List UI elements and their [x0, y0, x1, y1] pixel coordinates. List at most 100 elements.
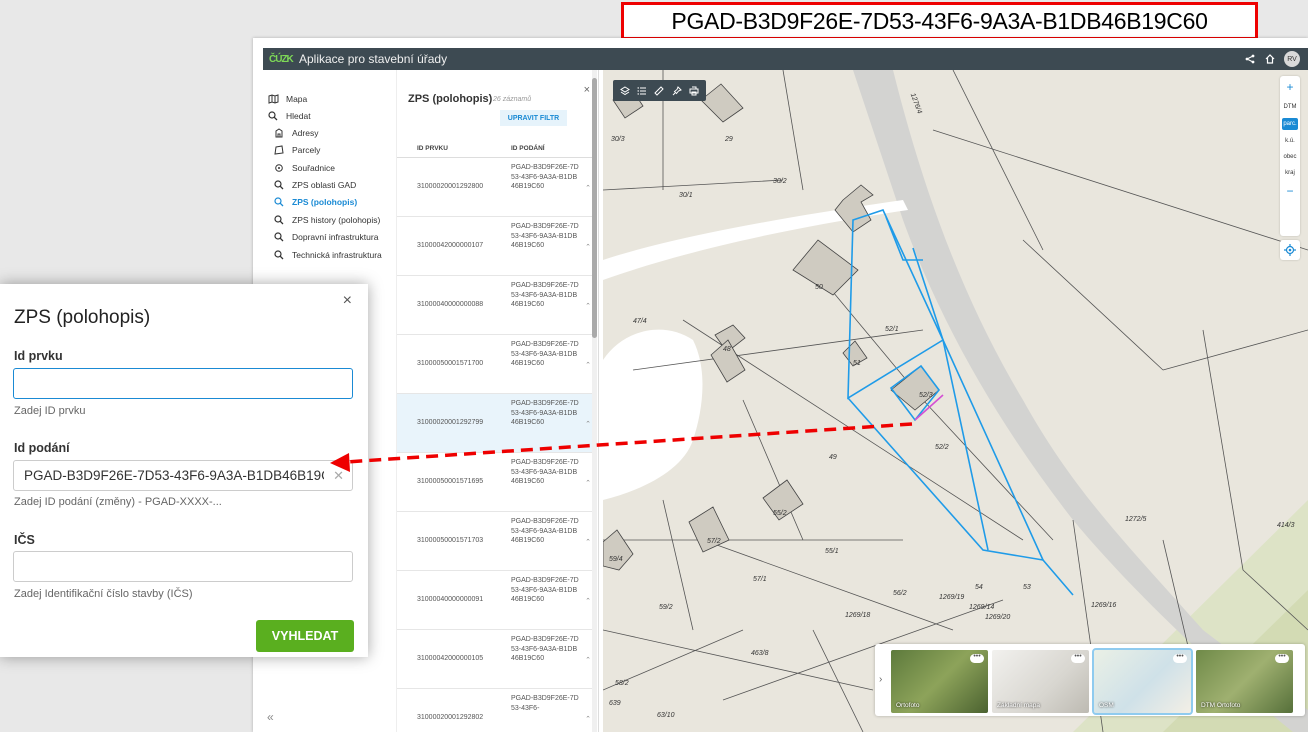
- table-row[interactable]: 31000042000000105 PGAD-B3D9F26E-7D53-43F6…: [397, 630, 594, 689]
- cell-id: 31000020001292802: [417, 714, 484, 721]
- zoom-level-kraj[interactable]: kraj: [1280, 170, 1300, 176]
- nav-item-zps-history[interactable]: ZPS history (polohopis): [273, 214, 380, 226]
- table-row[interactable]: 31000020001292802 PGAD-B3D9F26E-7D53-43F6…: [397, 689, 594, 732]
- basemap-more-icon[interactable]: •••: [1173, 653, 1187, 663]
- collapse-sidebar-button[interactable]: «: [267, 710, 274, 724]
- zoom-in-button[interactable]: +: [1280, 80, 1300, 94]
- app-title: Aplikace pro stavební úřady: [299, 52, 448, 66]
- cell-pod: PGAD-B3D9F26E-7D53-43F6-9A3A-B1DB46B19C6…: [511, 223, 579, 249]
- nav-item-dopravni[interactable]: Dopravní infrastruktura: [273, 231, 378, 243]
- edit-filter-button[interactable]: UPRAVIT FILTR: [500, 110, 567, 126]
- cell-pod: PGAD-B3D9F26E-7D53-43F6-9A3A-B1DB46B19C6…: [511, 164, 579, 190]
- cell-id: 31000050001571703: [417, 537, 484, 544]
- col-header-id: ID PRVKU: [417, 145, 448, 152]
- map-label: 55/2: [773, 510, 787, 517]
- row-chevron-icon: ⌃: [585, 362, 591, 369]
- table-row[interactable]: 31000050001571695 PGAD-B3D9F26E-7D53-43F6…: [397, 453, 594, 512]
- zoom-out-button[interactable]: −: [1280, 184, 1300, 198]
- basemap-more-icon[interactable]: •••: [1071, 653, 1085, 663]
- cell-id: 31000040000000091: [417, 596, 484, 603]
- basemap-dtm-ortofoto[interactable]: ••• DTM Ortofoto: [1196, 650, 1293, 713]
- nav-label: Mapa: [286, 94, 308, 104]
- nav-item-adresy[interactable]: Adresy: [273, 127, 318, 139]
- cuzk-logo: ČÚZK: [269, 53, 294, 65]
- table-row[interactable]: 31000042000000107 PGAD-B3D9F26E-7D53-43F6…: [397, 217, 594, 276]
- id-prvku-help: Zadej ID prvku: [14, 405, 86, 417]
- basemap-more-icon[interactable]: •••: [970, 653, 984, 663]
- basemap-more-icon[interactable]: •••: [1275, 653, 1289, 663]
- layers-icon[interactable]: [619, 85, 631, 97]
- measure-ruler-icon[interactable]: [653, 85, 665, 97]
- my-location-button[interactable]: [1280, 240, 1300, 260]
- zoom-level-obec[interactable]: obec: [1280, 154, 1300, 160]
- map-label: 1269/16: [1091, 602, 1117, 609]
- cadastral-map: [603, 70, 1308, 732]
- nav-item-souradnice[interactable]: Souřadnice: [273, 162, 335, 174]
- results-scrollbar-thumb[interactable]: [592, 78, 597, 338]
- cell-id: 31000020001292800: [417, 183, 484, 190]
- table-row-selected[interactable]: 31000020001292799 PGAD-B3D9F26E-7D53-43F6…: [397, 394, 594, 453]
- map-label: 57/2: [707, 538, 721, 545]
- search-icon: [273, 231, 285, 243]
- zoom-level-dtm[interactable]: DTM: [1280, 104, 1300, 110]
- id-prvku-input[interactable]: [13, 368, 353, 399]
- nav-item-technicka[interactable]: Technická infrastruktura: [273, 249, 382, 261]
- legend-list-icon[interactable]: [636, 85, 648, 97]
- nav-item-mapa[interactable]: Mapa: [267, 93, 307, 105]
- close-icon[interactable]: ×: [584, 84, 590, 96]
- map-label: 56/2: [893, 590, 907, 597]
- table-row[interactable]: 31000050001571703 PGAD-B3D9F26E-7D53-43F6…: [397, 512, 594, 571]
- table-row[interactable]: 31000020001292800 PGAD-B3D9F26E-7D53-43F6…: [397, 158, 594, 217]
- popup-title: ZPS (polohopis): [14, 307, 151, 328]
- map-view[interactable]: 30/3 29 30/2 30/1 1276/4 50 52/1 48 51 4…: [603, 70, 1308, 732]
- nav-item-parcely[interactable]: Parcely: [273, 144, 320, 156]
- user-avatar[interactable]: RV: [1284, 51, 1300, 67]
- zoom-level-parcel[interactable]: parc.: [1282, 118, 1298, 130]
- clear-input-icon[interactable]: ✕: [333, 468, 344, 484]
- row-chevron-icon: ⌃: [585, 716, 591, 723]
- map-label: 1269/19: [939, 594, 965, 601]
- print-icon[interactable]: [688, 85, 700, 97]
- results-panel: ZPS (polohopis) 26 záznamů × UPRAVIT FIL…: [396, 70, 599, 732]
- pin-icon[interactable]: [671, 85, 683, 97]
- map-toolbar: [613, 80, 706, 101]
- search-icon: [273, 214, 285, 226]
- cell-pod: PGAD-B3D9F26E-7D53-43F6-9A3A-B1DB46B19C6…: [511, 518, 579, 544]
- basemap-switcher: › ••• Ortofoto ••• Základní mapa ••• OSM…: [875, 644, 1305, 716]
- map-label: 51: [853, 360, 861, 367]
- building-icon: [273, 127, 285, 139]
- basemap-zakladni[interactable]: ••• Základní mapa: [992, 650, 1089, 713]
- nav-label: ZPS oblasti GAD: [292, 180, 357, 190]
- map-label: 52/1: [885, 326, 899, 333]
- cell-pod: PGAD-B3D9F26E-7D53-43F6-9A3A-B1DB46B19C6…: [511, 341, 579, 367]
- basemap-prev-button[interactable]: ›: [879, 674, 882, 685]
- table-row[interactable]: 31000050001571700 PGAD-B3D9F26E-7D53-43F6…: [397, 335, 594, 394]
- results-title: ZPS (polohopis): [408, 93, 493, 105]
- search-button[interactable]: VYHLEDAT: [256, 620, 354, 652]
- share-icon[interactable]: [1244, 53, 1256, 65]
- home-icon[interactable]: [1264, 53, 1276, 65]
- basemap-osm[interactable]: ••• OSM: [1092, 648, 1193, 715]
- map-label: 1269/14: [969, 604, 995, 611]
- zoom-level-ku[interactable]: k.ú.: [1280, 138, 1300, 144]
- nav-item-zps-polohopis[interactable]: ZPS (polohopis): [273, 196, 357, 208]
- map-label: 52/3: [919, 392, 933, 399]
- basemap-ortofoto[interactable]: ••• Ortofoto: [891, 650, 988, 713]
- nav-item-zps-oblasti[interactable]: ZPS oblasti GAD: [273, 179, 356, 191]
- table-row[interactable]: 31000040000000091 PGAD-B3D9F26E-7D53-43F6…: [397, 571, 594, 630]
- table-row[interactable]: 31000040000000088 PGAD-B3D9F26E-7D53-43F6…: [397, 276, 594, 335]
- map-label: 1269/20: [985, 614, 1011, 621]
- id-podani-input[interactable]: PGAD-B3D9F26E-7D53-43F6-9A3A-B1DB46B19C6…: [13, 460, 353, 491]
- map-label: 52/2: [935, 444, 949, 451]
- ics-input[interactable]: [13, 551, 353, 582]
- basemap-label: Ortofoto: [896, 702, 920, 709]
- search-icon: [273, 179, 285, 191]
- close-icon[interactable]: ×: [343, 292, 352, 310]
- map-label: 48: [723, 346, 731, 353]
- top-bar: ČÚZK Aplikace pro stavební úřady RV: [263, 48, 1308, 70]
- nav-item-hledat[interactable]: Hledat: [267, 110, 311, 122]
- search-icon: [267, 110, 279, 122]
- map-icon: [267, 93, 279, 105]
- basemap-label: Základní mapa: [997, 702, 1040, 709]
- results-table: 31000020001292800 PGAD-B3D9F26E-7D53-43F6…: [397, 158, 594, 732]
